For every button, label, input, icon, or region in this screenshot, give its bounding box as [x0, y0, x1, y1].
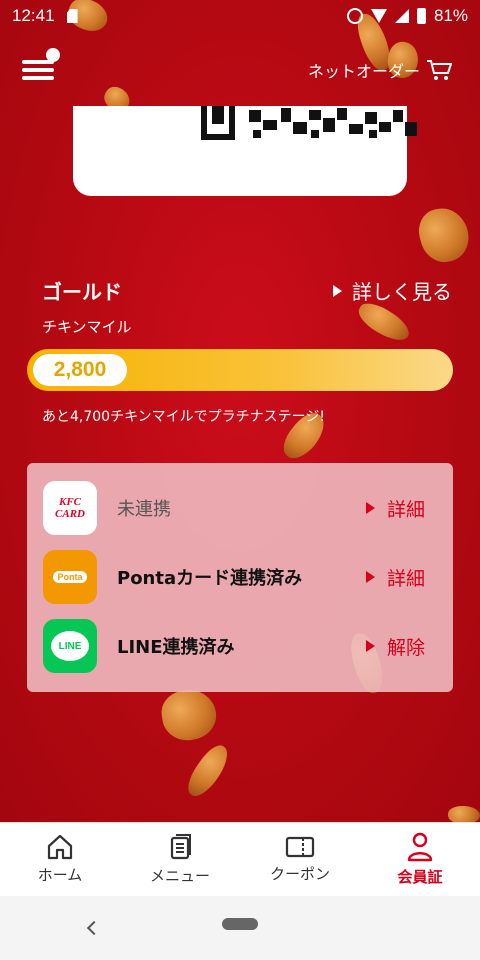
nav-coupon[interactable]: クーポン	[240, 823, 360, 896]
nav-home[interactable]: ホーム	[0, 823, 120, 896]
kfc-card-detail-button[interactable]: 詳細	[365, 495, 425, 522]
notification-badge	[46, 48, 60, 62]
home-pill-button[interactable]	[222, 918, 258, 930]
mile-count: 2,800	[33, 354, 127, 386]
view-details-label: 詳しく見る	[352, 280, 452, 304]
system-navigation-bar	[0, 896, 480, 960]
status-bar: 12:41 81%	[0, 0, 480, 32]
link-row-ponta: Ponta Pontaカード連携済み 詳細	[43, 549, 437, 605]
status-time: 12:41	[12, 6, 55, 25]
nav-menu-label: メニュー	[149, 867, 210, 885]
battery-percentage: 81%	[433, 6, 468, 25]
link-row-kfc-card: KFC CARD 未連携 詳細	[43, 480, 437, 536]
signal-icon	[394, 9, 409, 23]
line-unlink-button[interactable]: 解除	[365, 633, 425, 660]
play-arrow-icon	[365, 640, 375, 652]
line-logo: LINE	[43, 619, 97, 673]
kfc-card-logo: KFC CARD	[43, 481, 97, 535]
link-status: 未連携	[117, 499, 171, 520]
back-button[interactable]	[84, 916, 100, 940]
link-row-line: LINE LINE連携済み 解除	[43, 618, 437, 674]
next-stage-message: あと4,700チキンマイルでプラチナステージ!	[42, 409, 325, 425]
member-qr-card	[73, 106, 417, 196]
coupon-icon	[285, 835, 315, 859]
chicken-decoration	[181, 740, 235, 802]
wifi-icon	[370, 9, 387, 23]
nav-member-label: 会員証	[397, 868, 443, 886]
qr-code-icon	[201, 106, 417, 140]
menu-book-icon	[166, 833, 194, 861]
nav-coupon-label: クーポン	[269, 865, 330, 883]
mile-progress-bar: 2,800	[27, 349, 453, 391]
linked-services-panel: KFC CARD 未連携 詳細 Ponta Pontaカード連携済み 詳細 LI…	[27, 463, 453, 692]
play-arrow-icon	[365, 502, 375, 514]
chicken-mile-label: チキンマイル	[42, 318, 132, 336]
net-order-label: ネットオーダー	[307, 62, 420, 81]
cart-icon	[426, 59, 452, 81]
status-icons: 81%	[346, 6, 468, 26]
ponta-logo: Ponta	[43, 550, 97, 604]
nav-member-card[interactable]: 会員証	[360, 823, 480, 896]
link-status: Pontaカード連携済み	[117, 568, 303, 589]
chicken-decoration	[448, 806, 480, 822]
chicken-decoration	[158, 685, 220, 745]
hamburger-menu-button[interactable]	[22, 48, 60, 82]
play-arrow-icon	[333, 284, 342, 297]
member-rank: ゴールド	[42, 280, 122, 304]
nav-menu[interactable]: メニュー	[120, 823, 240, 896]
home-icon	[46, 834, 74, 860]
member-screen: 12:41 81% ネットオーダー ゴールド 詳しく見る チキンマイル 2,80…	[0, 0, 480, 822]
nav-home-label: ホーム	[37, 866, 83, 884]
net-order-button[interactable]: ネットオーダー	[308, 58, 452, 82]
play-arrow-icon	[365, 571, 375, 583]
chicken-decoration	[413, 202, 475, 268]
link-status: LINE連携済み	[117, 637, 235, 658]
alarm-icon	[346, 8, 363, 24]
sim-icon	[66, 9, 78, 23]
battery-icon	[416, 8, 426, 24]
ponta-detail-button[interactable]: 詳細	[365, 564, 425, 591]
bottom-navigation: ホーム メニュー クーポン 会員証	[0, 822, 480, 896]
member-icon	[406, 832, 434, 862]
view-details-link[interactable]: 詳しく見る	[333, 276, 452, 305]
